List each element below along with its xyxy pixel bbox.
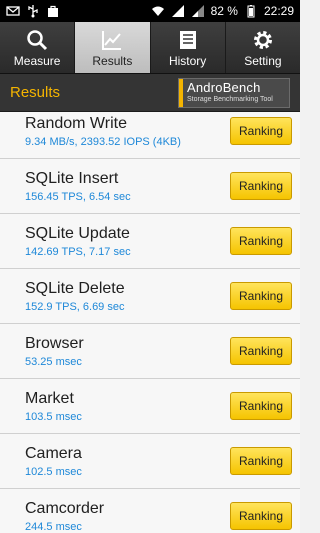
tab-results-label: Results [92, 53, 133, 68]
item-value: 244.5 msec [25, 520, 82, 533]
tab-results[interactable]: Results [75, 22, 151, 73]
list-item: Camera 102.5 msec Ranking [0, 434, 300, 489]
bag-icon [46, 4, 60, 18]
ranking-button[interactable]: Ranking [230, 282, 292, 310]
item-name: Random Write [25, 114, 127, 132]
ranking-button[interactable]: Ranking [230, 447, 292, 475]
tab-measure-label: Measure [13, 53, 61, 68]
results-list[interactable]: Random Write 9.34 MB/s, 2393.52 IOPS (4K… [0, 112, 300, 533]
list-item: SQLite Update 142.69 TPS, 7.17 sec Ranki… [0, 214, 300, 269]
item-name: Camcorder [25, 499, 105, 517]
ranking-button[interactable]: Ranking [230, 502, 292, 530]
clock: 22:29 [263, 4, 294, 18]
mail-icon [6, 4, 20, 18]
item-value: 152.9 TPS, 6.69 sec [25, 300, 125, 313]
tab-setting[interactable]: Setting [226, 22, 300, 73]
ranking-button[interactable]: Ranking [230, 337, 292, 365]
tab-measure[interactable]: Measure [0, 22, 76, 73]
battery-icon [244, 4, 258, 18]
list-icon [179, 30, 196, 49]
list-item: Random Write 9.34 MB/s, 2393.52 IOPS (4K… [0, 112, 300, 159]
item-value: 142.69 TPS, 7.17 sec [25, 245, 131, 258]
signal-icon [171, 4, 185, 18]
battery-percent: 82 % [210, 4, 238, 18]
item-name: SQLite Delete [25, 279, 125, 297]
gear-icon [253, 30, 272, 49]
item-name: SQLite Insert [25, 169, 119, 187]
list-item: SQLite Delete 152.9 TPS, 6.69 sec Rankin… [0, 269, 300, 324]
logo-accent-bar [179, 78, 183, 107]
usb-icon [26, 4, 40, 18]
tab-history[interactable]: History [151, 22, 226, 73]
ranking-button[interactable]: Ranking [230, 117, 292, 145]
logo-name: AndroBench [187, 80, 261, 95]
item-name: SQLite Update [25, 224, 130, 242]
list-item: Camcorder 244.5 msec Ranking [0, 489, 300, 533]
chart-icon [102, 30, 122, 50]
status-bar: 82 % 22:29 [0, 0, 300, 22]
item-name: Market [25, 389, 74, 407]
ranking-button[interactable]: Ranking [230, 172, 292, 200]
signal-2-icon [191, 4, 205, 18]
item-value: 9.34 MB/s, 2393.52 IOPS (4KB) [25, 135, 181, 148]
results-title: Results [10, 84, 61, 101]
tab-setting-label: Setting [244, 53, 282, 68]
search-icon [27, 29, 48, 50]
list-item: Browser 53.25 msec Ranking [0, 324, 300, 379]
list-item: SQLite Insert 156.45 TPS, 6.54 sec Ranki… [0, 159, 300, 214]
tab-history-label: History [168, 53, 207, 68]
item-name: Camera [25, 444, 82, 462]
item-value: 103.5 msec [25, 410, 82, 423]
logo-subtitle: Storage Benchmarking Tool [187, 96, 273, 103]
item-value: 102.5 msec [25, 465, 82, 478]
item-name: Browser [25, 334, 84, 352]
list-item: Market 103.5 msec Ranking [0, 379, 300, 434]
item-value: 156.45 TPS, 6.54 sec [25, 190, 131, 203]
androbench-logo: AndroBench Storage Benchmarking Tool [178, 77, 290, 108]
ranking-button[interactable]: Ranking [230, 392, 292, 420]
tab-bar: Measure Results History Setting [0, 22, 300, 74]
wifi-icon [151, 4, 165, 18]
results-header: Results AndroBench Storage Benchmarking … [0, 74, 300, 112]
item-value: 53.25 msec [25, 355, 82, 368]
ranking-button[interactable]: Ranking [230, 227, 292, 255]
